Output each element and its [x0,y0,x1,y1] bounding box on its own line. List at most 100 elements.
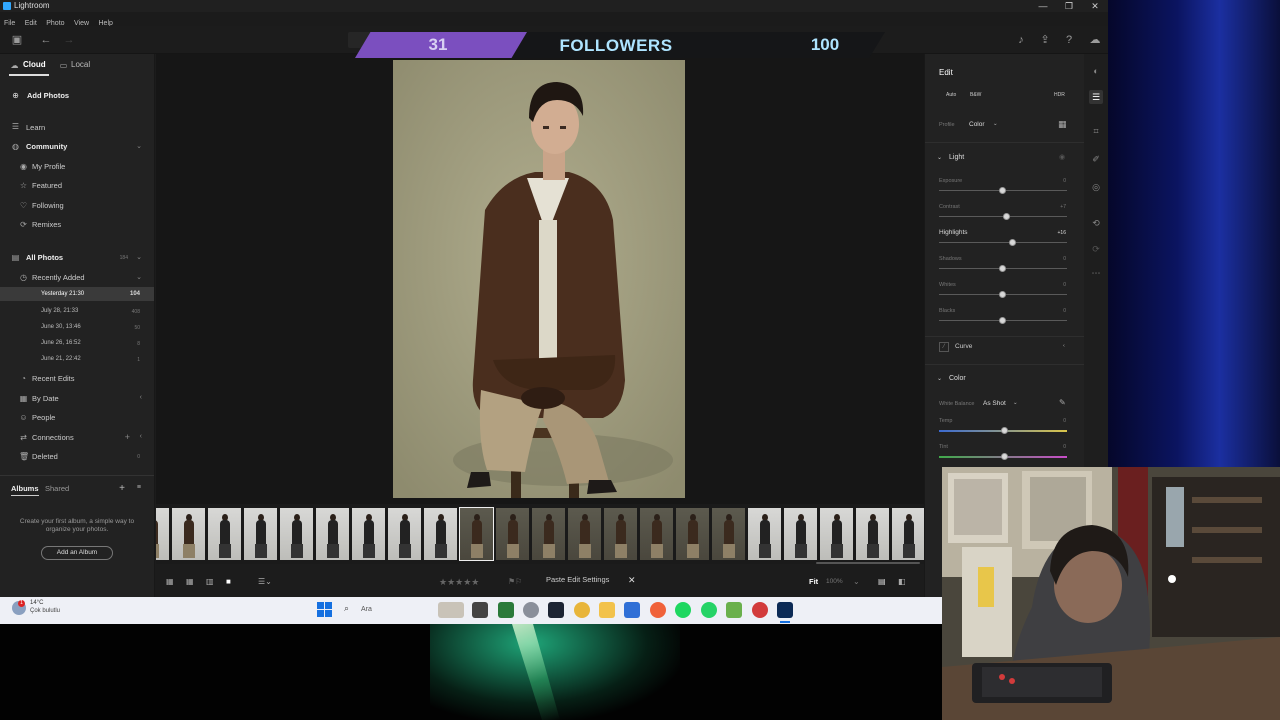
chrome-icon[interactable] [574,602,590,618]
tab-cloud[interactable]: Cloud [23,60,46,69]
sidebar-item-by-date[interactable]: By Date [32,394,59,403]
chevron-left-icon[interactable]: ‹ [140,394,142,401]
start-icon[interactable] [317,602,332,617]
eye-icon[interactable]: ◉ [1059,153,1065,161]
thumbnail[interactable] [748,508,781,560]
info-icon[interactable]: ◐ [1089,64,1103,78]
file-icon[interactable] [472,602,488,618]
compare-icon[interactable]: ▤ [878,577,886,586]
slider-track[interactable] [939,242,1067,243]
photo-canvas[interactable] [156,54,924,504]
thumbnail[interactable] [784,508,817,560]
app-icon[interactable] [523,602,539,618]
edit-sliders-icon[interactable]: ☰ [1089,90,1103,104]
thumbnail[interactable] [568,508,601,560]
profile-dropdown[interactable]: Color [969,121,985,128]
sort-icon[interactable]: ☰⌄ [258,577,272,586]
sidebar-item-my-profile[interactable]: My Profile [32,162,65,171]
masking-icon[interactable]: ◎ [1089,180,1103,194]
slider-value[interactable]: 0 [1063,308,1066,314]
sort-icon[interactable]: ≡ [137,484,141,491]
thumbnail[interactable] [208,508,241,560]
slider-value[interactable]: 0 [1063,256,1066,262]
detail-view-icon[interactable]: ■ [226,577,231,586]
slider-thumb[interactable] [1009,239,1017,246]
cloud-icon[interactable]: ☁ [1088,33,1102,47]
filmstrip-view-icon[interactable]: ▥ [206,577,214,586]
eyedropper-icon[interactable]: ✎ [1059,398,1066,407]
app-icon[interactable] [498,602,514,618]
thumbnail[interactable] [388,508,421,560]
slider-value[interactable]: 0 [1063,282,1066,288]
whatsapp-icon[interactable] [701,602,717,618]
search-icon[interactable]: ⌕ [344,603,349,614]
weather-description[interactable]: Çok bulutlu [30,608,60,614]
date-item[interactable]: June 21, 22:42 [41,356,81,362]
chevron-down-icon[interactable]: ⌄ [1013,400,1018,406]
add-connection-icon[interactable]: + [125,432,130,442]
crop-icon[interactable]: ⌗ [1089,124,1103,138]
thumbnail-selected[interactable] [459,507,494,561]
thumbnail[interactable] [352,508,385,560]
tab-local[interactable]: Local [71,60,90,69]
chevron-down-icon[interactable]: ⌄ [136,253,142,261]
app-icon[interactable] [726,602,742,618]
curve-section[interactable]: Curve [955,343,972,350]
slider-thumb[interactable] [999,291,1006,298]
thumbnail[interactable] [712,508,745,560]
photo[interactable] [393,60,685,498]
before-after-icon[interactable]: ◧ [898,577,906,586]
sidebar-item-community[interactable]: Community [26,142,67,151]
chevron-down-icon[interactable]: ⌄ [993,121,998,127]
tint-value[interactable]: 0 [1063,444,1066,450]
sidebar-item-learn[interactable]: Learn [26,123,45,132]
sidebar-item-recently-added[interactable]: Recently Added [32,273,85,282]
filmstrip[interactable] [156,504,924,564]
thumbnail[interactable] [172,508,205,560]
date-item[interactable]: Yesterday 21:30 [41,291,84,297]
slider-value[interactable]: 0 [1063,178,1066,184]
thumbnail[interactable] [280,508,313,560]
zoom-level[interactable]: 100% [826,578,843,585]
thumbnail[interactable] [820,508,853,560]
add-photos-button[interactable]: Add Photos [27,91,69,100]
profile-browser-icon[interactable]: ▦ [1058,119,1067,130]
slider-thumb[interactable] [1002,213,1010,220]
thumbnail[interactable] [316,508,349,560]
sidebar-item-people[interactable]: People [32,413,55,422]
thumbnail[interactable] [496,508,529,560]
brave-icon[interactable] [650,602,666,618]
healing-icon[interactable]: ✐ [1089,152,1103,166]
search-highlight-icon[interactable] [438,602,464,618]
thumbnail[interactable] [676,508,709,560]
date-item[interactable]: June 30, 13:46 [41,324,81,330]
minimize-icon[interactable]: — [1030,0,1056,12]
close-icon[interactable]: ✕ [1082,0,1108,12]
sidebar-item-recent-edits[interactable]: Recent Edits [32,374,75,383]
thumbnail[interactable] [856,508,889,560]
sidebar-item-deleted[interactable]: Deleted [32,452,58,461]
maximize-icon[interactable]: ❐ [1056,0,1082,12]
color-section-title[interactable]: Color [949,375,966,382]
forward-arrow-icon[interactable]: → [62,33,76,47]
sidebar-item-featured[interactable]: Featured [32,181,62,190]
sidebar-item-all-photos[interactable]: All Photos [26,253,63,262]
back-arrow-icon[interactable]: ← [39,33,53,47]
sidebar-item-remixes[interactable]: Remixes [32,220,61,229]
chevron-down-icon[interactable]: ⌄ [136,142,142,150]
versions-icon[interactable]: ⟳ [1089,242,1103,256]
thumbnail[interactable] [532,508,565,560]
lightroom-taskbar-icon[interactable] [777,602,793,618]
spotify-icon[interactable] [675,602,691,618]
fit-button[interactable]: Fit [809,577,818,586]
slider-thumb[interactable] [999,317,1006,324]
thumbnail[interactable] [892,508,924,560]
thumbnail[interactable] [640,508,673,560]
grid-view-icon[interactable]: ▦ [166,577,174,586]
app-icon[interactable] [752,602,768,618]
weather-temperature[interactable]: 14°C [30,600,43,606]
chevron-down-icon[interactable]: ⌄ [937,154,942,161]
date-item[interactable]: June 26, 16:52 [41,340,81,346]
chevron-left-icon[interactable]: ‹ [1063,343,1065,349]
panel-toggle-icon[interactable]: ▣ [10,33,24,47]
